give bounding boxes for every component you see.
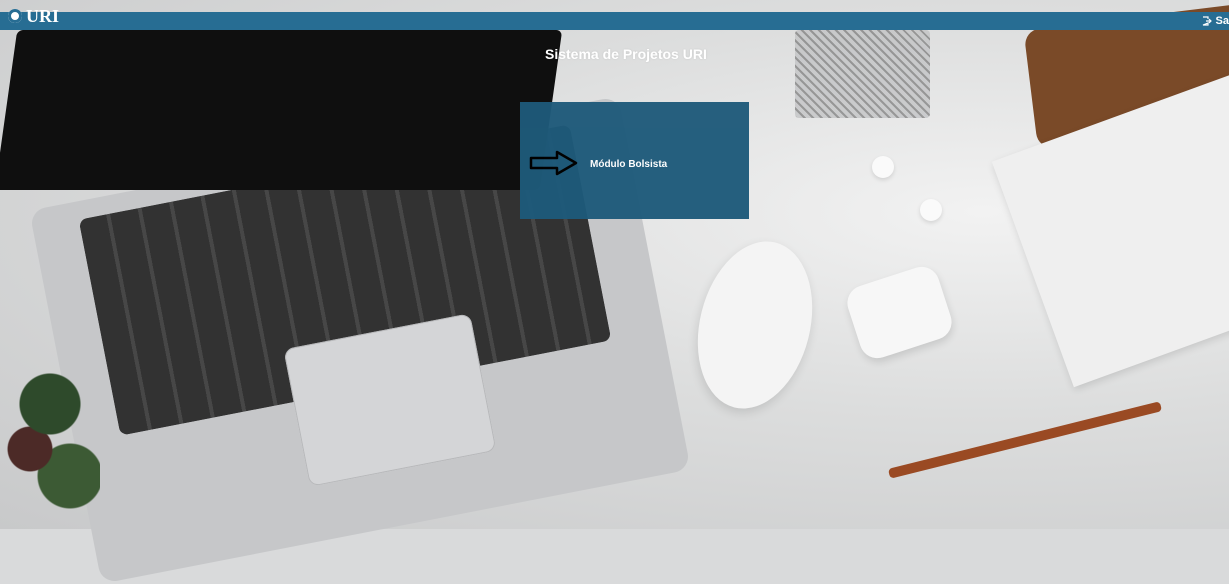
background-earbud-left: [872, 156, 894, 178]
background-photo: [0, 0, 1229, 584]
uri-seal-icon: [8, 9, 22, 23]
page-title: Sistema de Projetos URI: [545, 46, 707, 62]
background-mouse: [681, 229, 829, 421]
background-laptop-screen: [0, 30, 563, 190]
top-navbar: [0, 12, 1229, 30]
background-earbuds-case: [842, 262, 957, 363]
module-card-bolsista[interactable]: Módulo Bolsista: [520, 102, 749, 219]
background-plant: [0, 350, 100, 530]
logout-icon: [1202, 16, 1212, 26]
module-label: Módulo Bolsista: [590, 159, 668, 170]
uri-logo-link[interactable]: URI: [8, 5, 60, 26]
arrow-right-outline-icon: [529, 150, 578, 176]
background-pencil: [887, 401, 1163, 479]
logo-text: URI: [26, 5, 60, 26]
background-pencil-holder: [795, 30, 930, 118]
background-earbud-right: [920, 199, 942, 221]
logout-button[interactable]: Sa: [1202, 12, 1229, 30]
background-newspaper: [991, 72, 1229, 388]
logout-label: Sa: [1215, 15, 1229, 27]
